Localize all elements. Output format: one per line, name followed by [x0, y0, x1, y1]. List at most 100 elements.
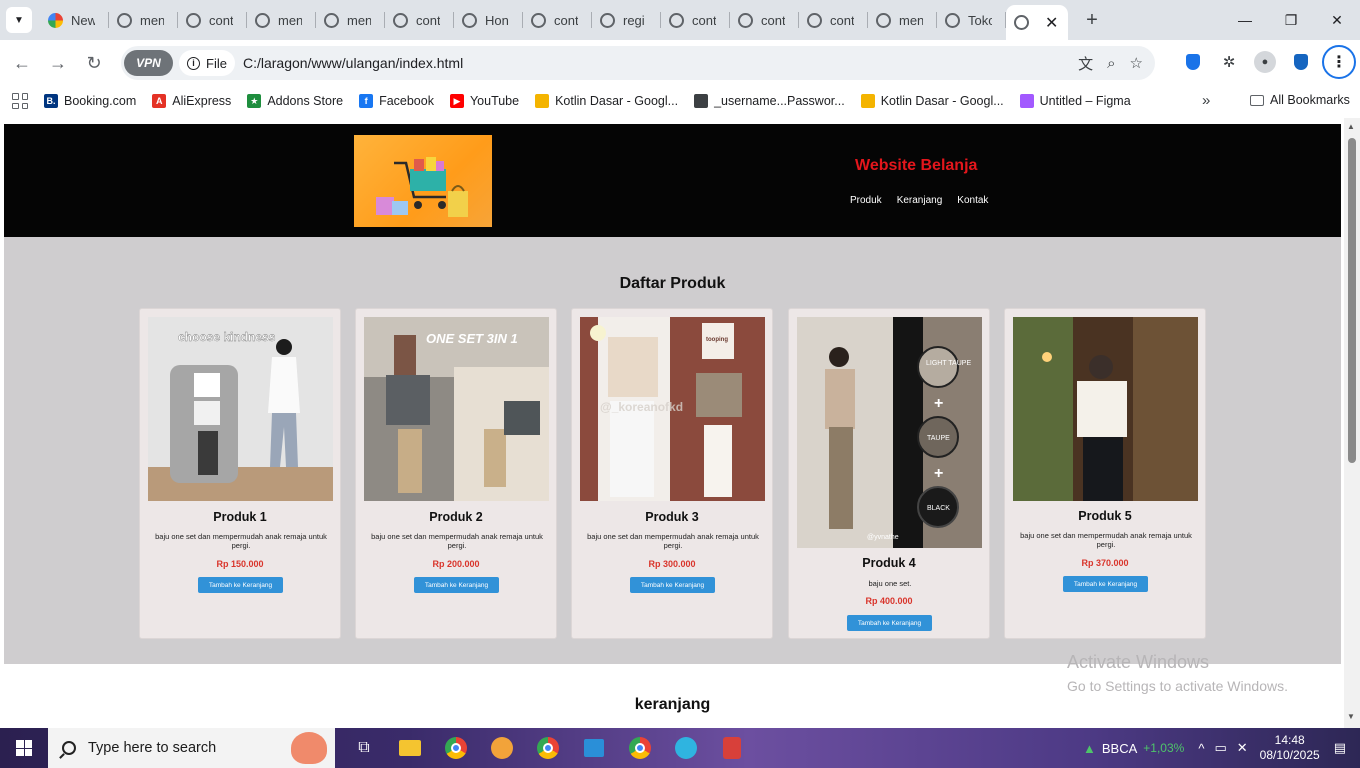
vertical-scrollbar[interactable]: ▲ ▼	[1344, 118, 1360, 728]
start-button[interactable]	[0, 728, 48, 768]
add-to-cart-button[interactable]: Tambah ke Keranjang	[1063, 576, 1148, 592]
clock[interactable]: 14:48 08/10/2025	[1260, 733, 1320, 763]
bookmark-item[interactable]: Kotlin Dasar - Googl...	[535, 94, 678, 108]
bookmark-item[interactable]: _username...Passwor...	[694, 94, 845, 108]
globe-icon	[876, 12, 891, 28]
nav-link-keranjang[interactable]: Keranjang	[897, 195, 943, 206]
bookmark-item[interactable]: f Facebook	[359, 94, 434, 108]
notification-icon[interactable]: ▤	[1334, 740, 1346, 756]
globe-icon	[1014, 15, 1029, 30]
browser-tab[interactable]: cont	[385, 0, 454, 40]
reload-button[interactable]: ↻	[76, 45, 112, 81]
browser-tab[interactable]: men	[316, 0, 385, 40]
browser-tab[interactable]: men	[868, 0, 937, 40]
bookmark-item[interactable]: B. Booking.com	[44, 94, 136, 108]
tab-title: New	[71, 12, 95, 28]
bookmark-item[interactable]: Untitled – Figma	[1019, 94, 1131, 108]
forward-button[interactable]: →	[40, 45, 76, 81]
browser-menu-button[interactable]: ⋮	[1322, 45, 1356, 79]
close-tab-icon[interactable]: ✕	[1045, 13, 1058, 33]
task-view-button[interactable]: ⧉	[347, 731, 381, 765]
add-to-cart-button[interactable]: Tambah ke Keranjang	[847, 615, 932, 631]
restore-button[interactable]: ❐	[1268, 0, 1314, 40]
nav-link-produk[interactable]: Produk	[850, 195, 882, 206]
browser-tab[interactable]: cont	[661, 0, 730, 40]
tab-list: New men cont men men cont Hon cont regi cont cont c…	[40, 0, 1068, 40]
stock-widget[interactable]: ▲ BBCA +1,03%	[1083, 741, 1184, 756]
globe-icon	[738, 12, 753, 28]
tab-title: men	[347, 12, 371, 28]
bookmark-item[interactable]: ▶ YouTube	[449, 94, 519, 108]
scroll-up-icon[interactable]: ▲	[1347, 122, 1355, 131]
network-icon[interactable]: ▭	[1214, 740, 1226, 756]
address-bar[interactable]: VPN i File C:/laragon/www/ulangan/index.…	[121, 46, 1155, 80]
bookmark-favicon-icon: A	[152, 94, 167, 108]
edge-icon	[675, 737, 697, 759]
taskbar-search[interactable]: Type here to search	[48, 728, 335, 768]
apps-grid-icon[interactable]	[12, 93, 28, 109]
browser-tab[interactable]: Toko	[937, 0, 1006, 40]
file-explorer-button[interactable]	[393, 731, 427, 765]
bookmark-item[interactable]: ★ Addons Store	[247, 94, 343, 108]
browser-tab[interactable]: men	[247, 0, 316, 40]
translate-icon[interactable]: 文	[1078, 53, 1093, 74]
add-to-cart-button[interactable]: Tambah ke Keranjang	[198, 577, 283, 593]
product-price: Rp 200.000	[432, 559, 480, 569]
chrome-profile-button[interactable]	[531, 731, 565, 765]
browser-tab[interactable]: regi	[592, 0, 661, 40]
bookmark-star-icon[interactable]: ☆	[1130, 54, 1143, 72]
browser-tab[interactable]: men	[109, 0, 178, 40]
tab-title: cont	[830, 12, 854, 28]
chevron-double-right-icon[interactable]: »	[1202, 92, 1210, 109]
url-text[interactable]: C:/laragon/www/ulangan/index.html	[243, 55, 463, 71]
bookmark-label: Booking.com	[64, 94, 137, 108]
browser-tab[interactable]: Hon	[454, 0, 523, 40]
add-to-cart-button[interactable]: Tambah ke Keranjang	[414, 577, 499, 593]
chevron-up-icon[interactable]: ^	[1198, 741, 1204, 756]
browser-tab[interactable]: cont	[799, 0, 868, 40]
extension-shield-button[interactable]	[1178, 45, 1208, 79]
zoom-icon[interactable]: ⌕	[1107, 55, 1115, 72]
volume-muted-icon[interactable]: ✕	[1237, 740, 1248, 756]
browser-tab[interactable]: ✕	[1006, 5, 1068, 40]
scroll-down-icon[interactable]: ▼	[1347, 712, 1355, 721]
back-button[interactable]: ←	[4, 45, 40, 81]
chrome-button[interactable]	[439, 731, 473, 765]
product-price: Rp 300.000	[648, 559, 696, 569]
image-handle: @yvnathe	[867, 534, 899, 541]
nav-link-kontak[interactable]: Kontak	[957, 195, 988, 206]
vpn-toggle[interactable]: VPN	[124, 50, 173, 76]
arrow-right-icon: →	[49, 52, 67, 73]
product-image: ONE SET 3IN 1	[364, 317, 549, 501]
chrome-button-2[interactable]	[623, 731, 657, 765]
tab-search-button[interactable]: ▼	[6, 7, 32, 33]
avatar-icon: ●	[1254, 51, 1276, 73]
product-name: Produk 5	[1078, 509, 1132, 523]
product-price: Rp 150.000	[216, 559, 264, 569]
browser-tab[interactable]: cont	[178, 0, 247, 40]
taskbar-search-placeholder: Type here to search	[88, 740, 217, 756]
edge-button[interactable]	[669, 731, 703, 765]
add-to-cart-button[interactable]: Tambah ke Keranjang	[630, 577, 715, 593]
paint-button[interactable]	[715, 731, 749, 765]
vpn-app-button[interactable]	[485, 731, 519, 765]
site-info-chip[interactable]: i File	[179, 50, 235, 76]
browser-toolbar: ← → ↻ VPN i File C:/laragon/www/ulangan/…	[0, 40, 1360, 86]
browser-tab[interactable]: cont	[523, 0, 592, 40]
close-window-button[interactable]: ✕	[1314, 0, 1360, 40]
bookmark-label: _username...Passwor...	[714, 94, 845, 108]
info-icon: i	[187, 56, 200, 70]
all-bookmarks-button[interactable]: All Bookmarks	[1250, 93, 1350, 107]
photos-button[interactable]	[577, 731, 611, 765]
extensions-button[interactable]: ✲	[1214, 45, 1244, 79]
minimize-button[interactable]: —	[1222, 0, 1268, 40]
scrollbar-thumb[interactable]	[1348, 138, 1356, 463]
taskbar-apps: ⧉	[347, 731, 749, 765]
bookmark-item[interactable]: A AliExpress	[152, 94, 231, 108]
new-tab-button[interactable]: +	[1078, 6, 1106, 34]
security-extension-button[interactable]	[1286, 45, 1316, 79]
bookmark-item[interactable]: Kotlin Dasar - Googl...	[860, 94, 1004, 108]
browser-tab[interactable]: New	[40, 0, 109, 40]
profile-button[interactable]: ●	[1250, 45, 1280, 79]
browser-tab[interactable]: cont	[730, 0, 799, 40]
